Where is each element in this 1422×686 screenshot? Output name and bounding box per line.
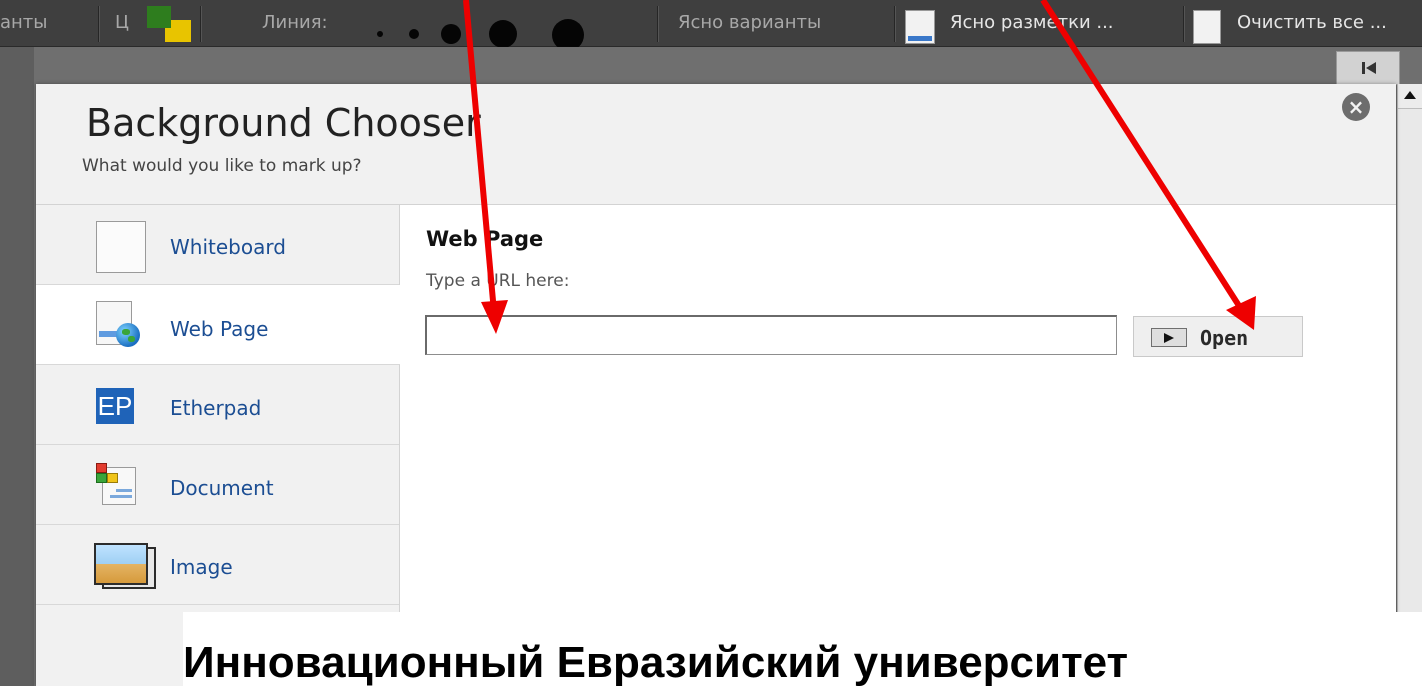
annotation-arrows [463, 0, 1256, 334]
arrow-to-url-input [463, 0, 508, 334]
arrow-to-open-button [1040, 0, 1256, 330]
